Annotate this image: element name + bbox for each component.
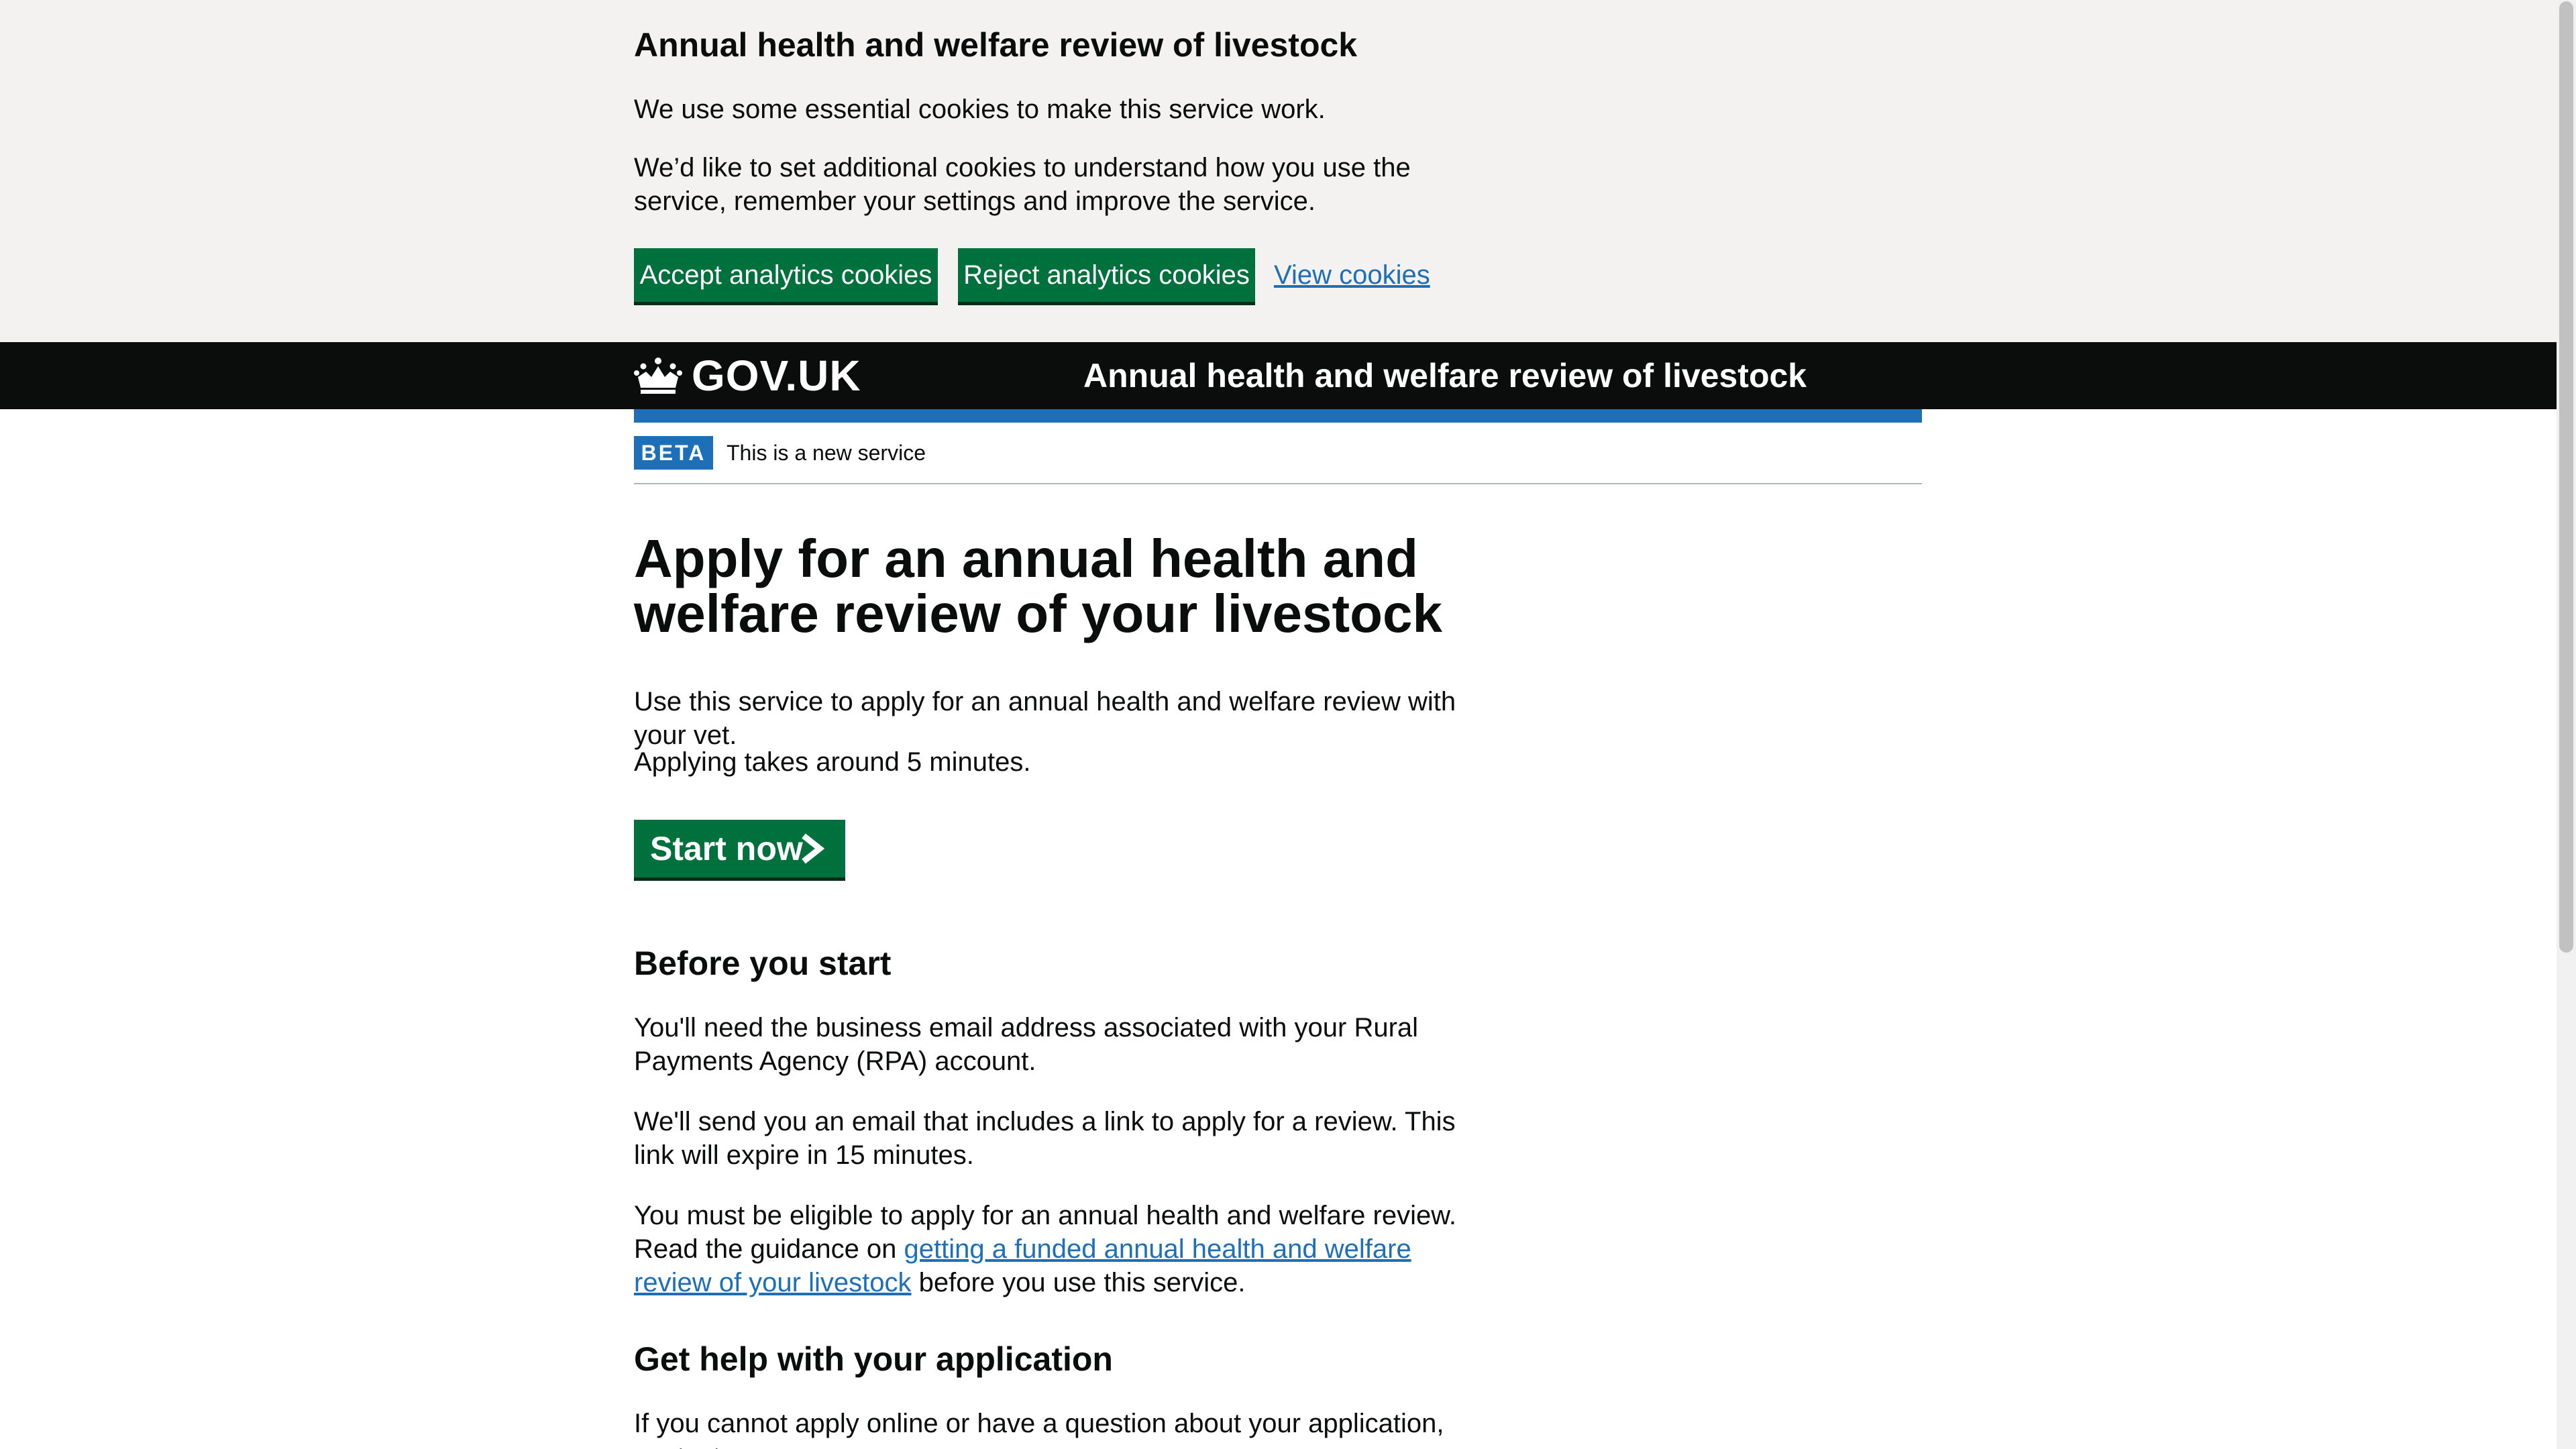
get-help-heading: Get help with your application — [634, 1340, 1113, 1378]
cookie-banner-title: Annual health and welfare review of live… — [634, 26, 1358, 64]
eligibility-text: You must be eligible to apply for an ann… — [634, 1199, 1493, 1299]
phase-banner: BETA This is a new service — [634, 436, 1922, 484]
logo-text: GOV.UK — [692, 352, 861, 400]
intro-text: Use this service to apply for an annual … — [634, 687, 1456, 750]
cookie-banner: Annual health and welfare review of live… — [0, 0, 2557, 342]
duration-text: Applying takes around 5 minutes. — [634, 747, 1031, 777]
page-title: Apply for an annual health and welfare r… — [634, 529, 1442, 643]
before-you-start-heading: Before you start — [634, 945, 892, 982]
view-cookies-link[interactable]: View cookies — [1274, 258, 1430, 292]
accept-analytics-cookies-button[interactable]: Accept analytics cookies — [634, 248, 938, 302]
start-now-label: Start now — [650, 830, 803, 867]
site-header: GOV.UK Annual health and welfare review … — [0, 342, 2557, 409]
govuk-logo-link[interactable]: GOV.UK — [634, 352, 861, 400]
scrollbar-thumb[interactable] — [2559, 1, 2573, 953]
cookie-banner-essential-text: We use some essential cookies to make th… — [634, 95, 1326, 124]
beta-tag: BETA — [634, 436, 713, 470]
phase-banner-text: This is a new service — [727, 441, 926, 465]
crown-icon — [634, 358, 682, 394]
reject-analytics-cookies-button[interactable]: Reject analytics cookies — [958, 248, 1255, 302]
help-text: If you cannot apply online or have a que… — [634, 1409, 1444, 1449]
vertical-scrollbar[interactable] — [2557, 0, 2576, 1449]
service-name-link[interactable]: Annual health and welfare review of live… — [1083, 356, 1807, 396]
before-link-expiry-text: We'll send you an email that includes a … — [634, 1107, 1456, 1170]
cookie-banner-additional-text: We’d like to set additional cookies to u… — [634, 153, 1411, 216]
page: Annual health and welfare review of live… — [0, 0, 2557, 1449]
chevron-right-icon — [802, 833, 825, 864]
start-now-button[interactable]: Start now — [634, 820, 845, 877]
header-blue-bar — [634, 409, 1922, 423]
eligibility-text-end: before you use this service. — [911, 1268, 1246, 1297]
before-email-text: You'll need the business email address a… — [634, 1013, 1419, 1076]
